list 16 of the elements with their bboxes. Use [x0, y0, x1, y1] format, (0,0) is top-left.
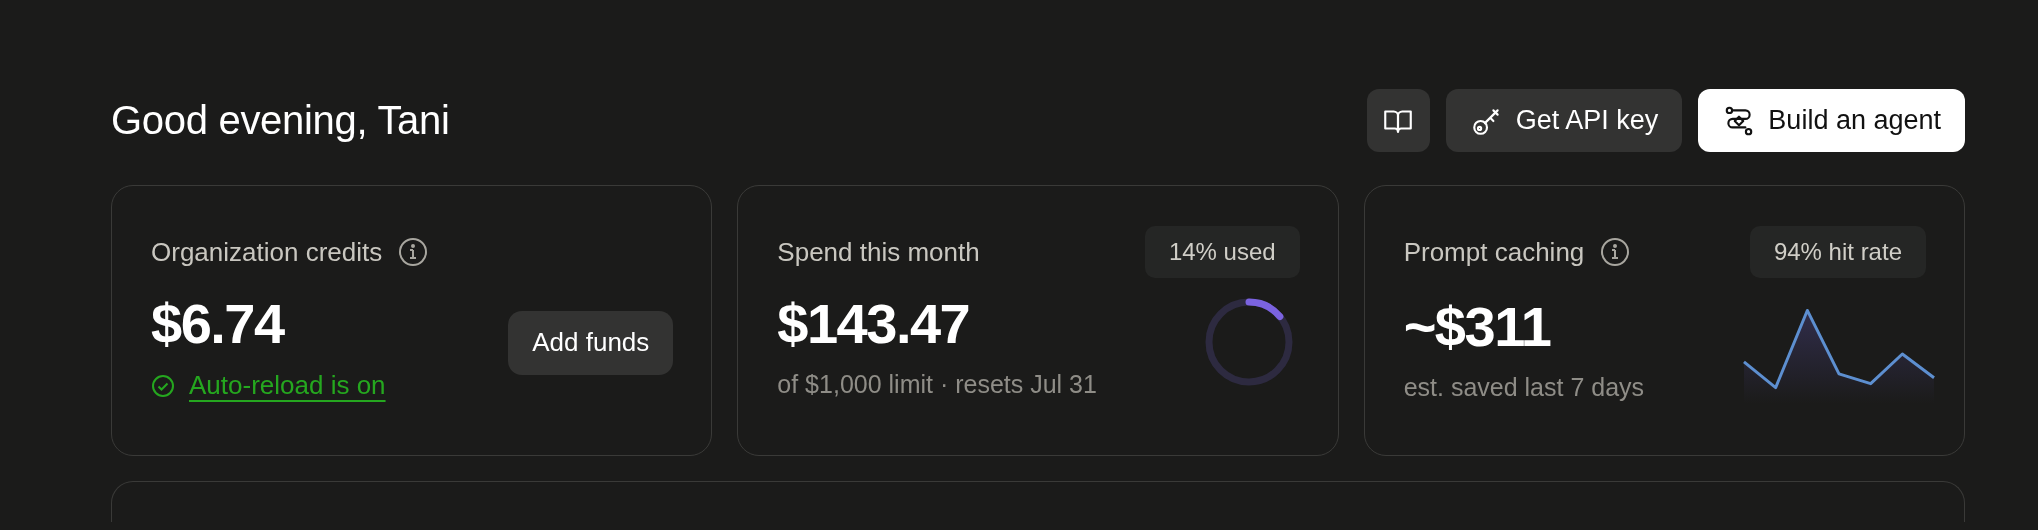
add-funds-button[interactable]: Add funds — [508, 310, 674, 375]
book-button[interactable] — [1366, 89, 1430, 152]
card-title: Prompt caching — [1403, 236, 1585, 268]
amount-value: $143.47 — [777, 291, 971, 357]
greeting-title: Good evening, Tani — [111, 98, 450, 143]
card-title: Spend this month — [777, 236, 980, 268]
amount-note: of $1,000 limit · resets Jul 31 — [777, 370, 1097, 399]
stat-badge: 14% used — [1144, 226, 1300, 278]
card-title: Organization credits — [151, 236, 383, 268]
amount-value: ~$311 — [1403, 293, 1552, 360]
build-agent-button[interactable]: Build an agent — [1698, 89, 1965, 152]
auto-reload-link[interactable]: Auto-reload is on — [189, 370, 386, 401]
api-key-button[interactable]: Get API key — [1445, 89, 1683, 152]
amount-note: est. saved last 7 days — [1403, 372, 1645, 402]
amount-value: $6.74 — [151, 291, 286, 357]
stat-badge: 94% hit rate — [1749, 226, 1926, 278]
